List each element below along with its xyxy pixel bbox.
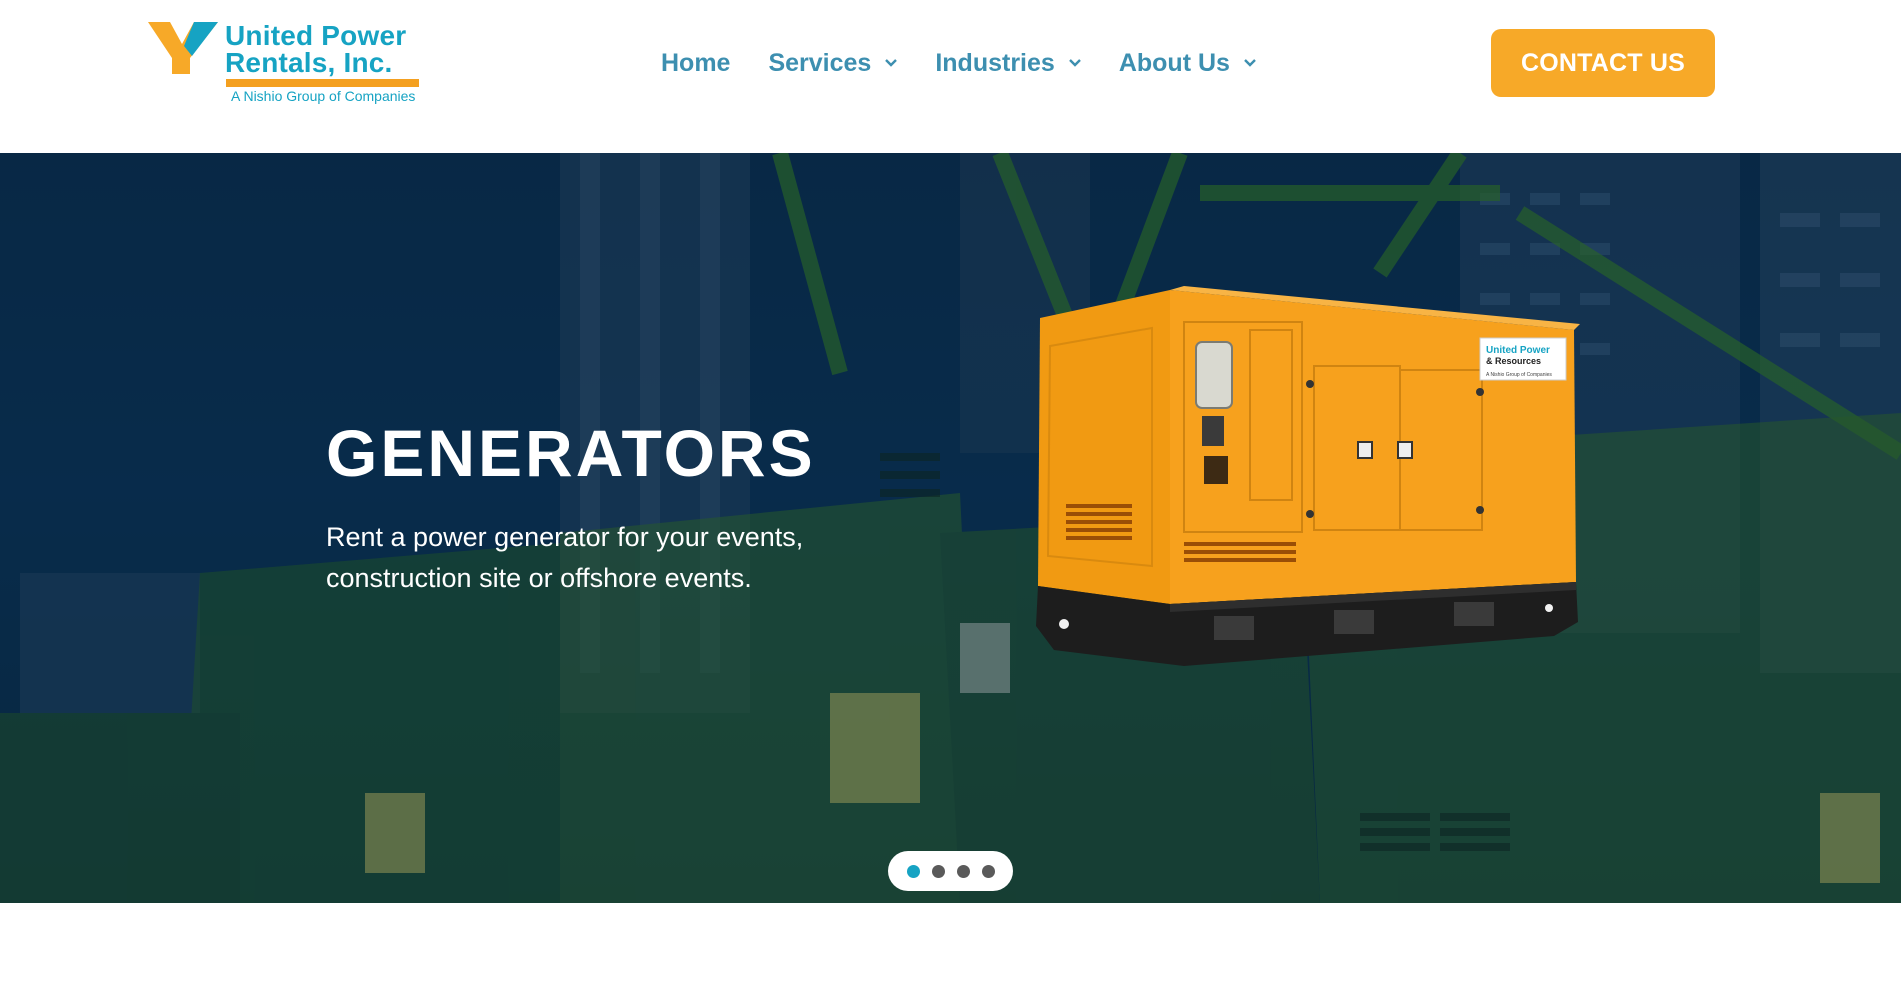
slider-dot-4[interactable] [981,864,995,878]
chevron-down-icon [885,59,898,67]
hero-title: GENERATORS [326,416,816,490]
contact-us-button[interactable]: CONTACT US [1491,29,1715,97]
nav-item-about-us[interactable]: About Us [1119,49,1256,78]
chevron-down-icon [1068,59,1081,67]
chevron-down-icon [1244,59,1256,67]
generator-brand-line3: A Nishio Group of Companies [1486,372,1552,378]
nav-item-about-us-label: About Us [1118,48,1230,77]
nav-item-industries-label: Industries [935,48,1055,77]
slider-dot-3[interactable] [956,864,970,878]
slider-dot-1[interactable] [906,864,920,878]
generator-image: United Power & Resources A Nishio Group … [1036,286,1580,666]
generator-brand-line2: & Resources [1486,356,1541,366]
nav-item-home[interactable]: Home [661,49,730,78]
slider-dot-2[interactable] [931,864,945,878]
company-logo[interactable]: United Power Rentals, Inc. A Nishio Grou… [148,22,426,106]
generator-brand-line1: United Power [1486,345,1550,356]
logo-subtitle: A Nishio Group of Companies [231,88,416,104]
slider-pagination [888,851,1013,891]
hero-description-line1: Rent a power generator for your events, [326,522,804,552]
logo-y-mark-icon [148,22,218,74]
logo-title-line2: Rentals, Inc. [225,47,393,78]
main-nav: Home Services Industries About Us [661,45,1294,81]
nav-item-services-label: Services [768,48,872,77]
logo-title: United Power Rentals, Inc. [225,20,407,78]
site-header: United Power Rentals, Inc. A Nishio Grou… [0,0,1901,153]
nav-item-services[interactable]: Services [768,48,898,78]
hero-slider: GENERATORS Rent a power generator for yo… [0,153,1901,903]
logo-divider-bar [226,79,419,87]
logo-title-line1: United Power [225,20,407,51]
hero-dark-overlay [0,153,1901,903]
nav-item-home-label: Home [661,48,731,77]
hero-description: Rent a power generator for your events, … [326,517,846,599]
nav-item-industries[interactable]: Industries [935,48,1081,78]
hero-description-line2: construction site or offshore events. [326,563,752,593]
